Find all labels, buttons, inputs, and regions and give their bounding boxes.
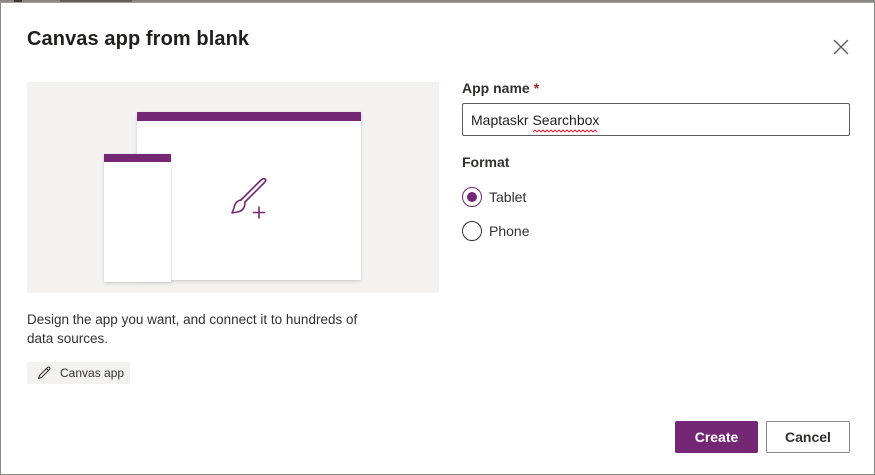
format-label: Format xyxy=(462,154,510,170)
pen-icon xyxy=(36,365,52,381)
cancel-button[interactable]: Cancel xyxy=(766,421,850,453)
close-icon xyxy=(833,39,849,55)
canvas-illustration xyxy=(27,82,439,293)
radio-button[interactable] xyxy=(462,221,482,241)
format-option-phone[interactable]: Phone xyxy=(462,221,529,241)
create-button[interactable]: Create xyxy=(675,421,758,453)
format-option-label: Tablet xyxy=(489,189,527,205)
format-option-label: Phone xyxy=(489,223,530,239)
app-name-input[interactable] xyxy=(462,103,850,136)
illustration-graphic xyxy=(104,112,361,282)
canvas-app-tag: Canvas app xyxy=(27,362,130,384)
format-option-tablet[interactable]: Tablet xyxy=(462,187,526,207)
close-button[interactable] xyxy=(829,35,853,59)
create-app-dialog: Canvas app from blank Design the app you… xyxy=(0,2,875,475)
app-name-label: App name * xyxy=(462,80,539,96)
required-indicator: * xyxy=(533,80,540,96)
radio-dot xyxy=(467,192,477,202)
canvas-app-tag-label: Canvas app xyxy=(60,366,125,380)
dialog-description: Design the app you want, and connect it … xyxy=(27,312,358,346)
radio-button-selected[interactable] xyxy=(462,187,482,207)
app-name-label-text: App name xyxy=(462,80,530,96)
dialog-title: Canvas app from blank xyxy=(27,28,250,50)
spellcheck-underline xyxy=(533,129,597,133)
